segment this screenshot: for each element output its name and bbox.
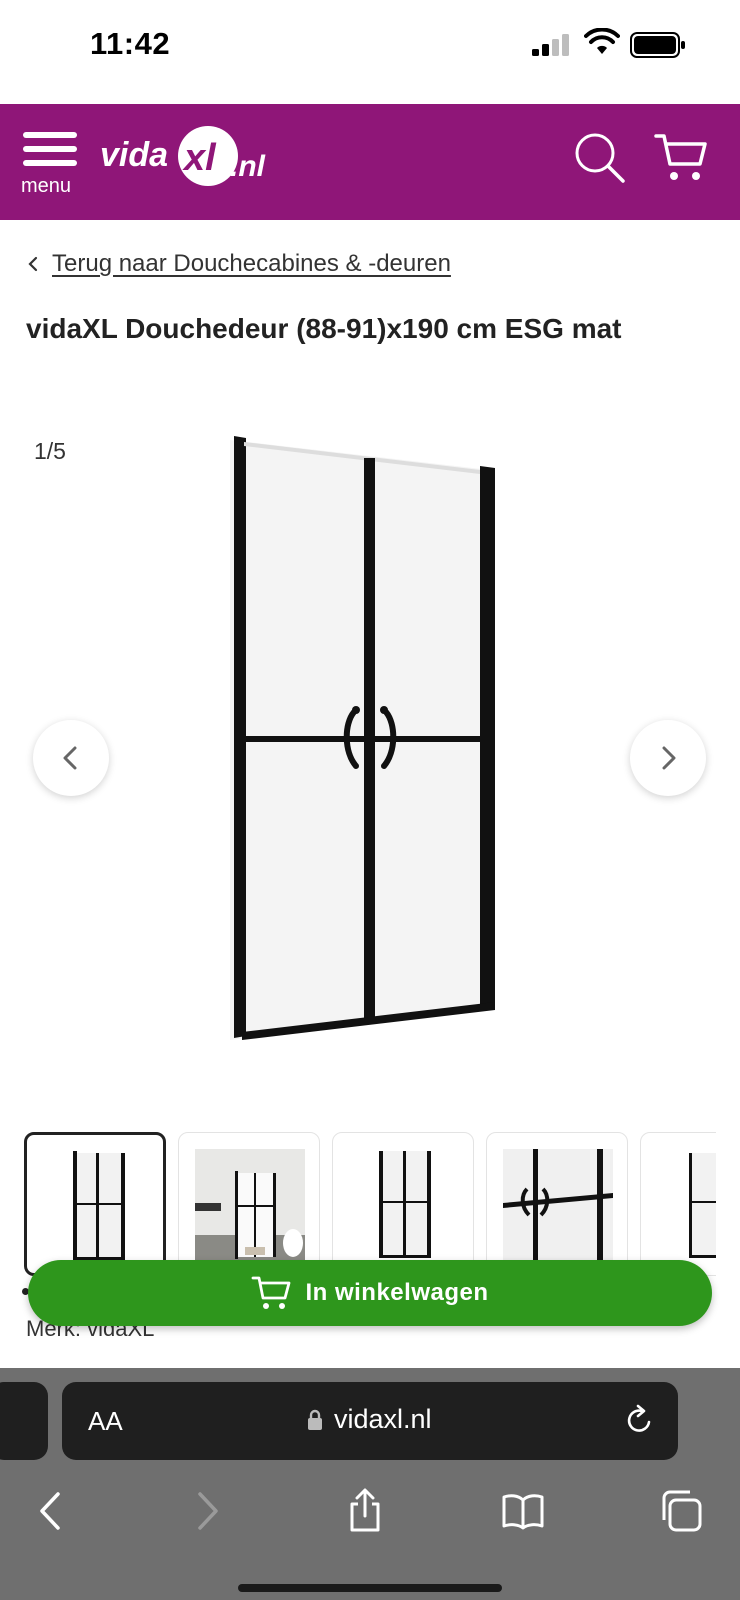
lock-icon [308,1409,322,1430]
battery-icon [630,32,685,58]
status-time: 11:42 [90,26,171,61]
cart-icon [252,1276,291,1309]
breadcrumb-back-link[interactable]: Terug naar Douchecabines & -deuren [52,250,451,278]
svg-text:.nl: .nl [230,150,266,183]
thumbnail-shower-door-front-alt[interactable] [332,1132,474,1276]
menu-label: menu [21,175,72,197]
thumbnail-image [379,1151,431,1258]
chevron-left-icon [63,746,77,770]
thumbnail-image [503,1149,613,1261]
product-image[interactable] [180,430,560,1070]
gallery-next-button[interactable] [630,720,706,796]
browser-forward-icon[interactable] [184,1488,230,1534]
home-indicator [238,1584,502,1592]
cellular-signal-icon [532,34,569,56]
wifi-icon [584,28,620,54]
add-to-cart-label: In winkelwagen [305,1279,489,1306]
thumbnail-shower-door-front[interactable] [24,1132,166,1276]
address-bar[interactable]: AA vidaxl.nl [62,1382,678,1460]
menu-button[interactable]: menu [20,132,82,202]
thumbnail-shower-door-partial[interactable] [640,1132,716,1276]
site-header: menu vida xl .nl [0,104,740,220]
svg-text:vida: vida [100,136,168,174]
add-to-cart-button[interactable]: In winkelwagen [28,1260,712,1326]
reload-icon[interactable] [624,1404,654,1436]
thumbnail-image [73,1151,125,1261]
breadcrumb[interactable]: Terug naar Douchecabines & -deuren [26,250,451,278]
previous-tab-preview[interactable] [0,1382,48,1460]
tabs-icon[interactable] [658,1488,704,1534]
thumbnail-shower-door-handle-detail[interactable] [486,1132,628,1276]
text-size-button[interactable]: AA [88,1406,123,1437]
hamburger-icon-bar [23,146,77,152]
bookmarks-icon[interactable] [500,1488,546,1534]
cart-icon[interactable] [654,132,708,184]
svg-text:xl: xl [182,137,217,179]
gallery-prev-button[interactable] [33,720,109,796]
browser-toolbar: AA vidaxl.nl [0,1368,740,1600]
thumbnail-shower-door-bathroom[interactable] [178,1132,320,1276]
thumbnail-image [689,1153,716,1258]
hamburger-icon-bar [23,160,77,166]
chevron-right-icon [662,746,676,770]
url-domain-text: vidaxl.nl [334,1404,432,1434]
vidaxl-logo[interactable]: vida xl .nl [100,124,280,194]
hamburger-icon-bar [23,132,77,138]
thumbnail-strip [24,1132,716,1280]
browser-back-icon[interactable] [28,1488,74,1534]
product-title: vidaXL Douchedeur (88-91)x190 cm ESG mat [26,313,622,344]
thumbnail-image [195,1149,305,1261]
url-domain[interactable]: vidaxl.nl [306,1404,432,1435]
image-counter: 1/5 [34,438,66,464]
search-icon[interactable] [574,132,626,184]
share-icon[interactable] [342,1488,388,1534]
status-bar: 11:42 [0,0,740,104]
chevron-left-icon [28,256,38,272]
